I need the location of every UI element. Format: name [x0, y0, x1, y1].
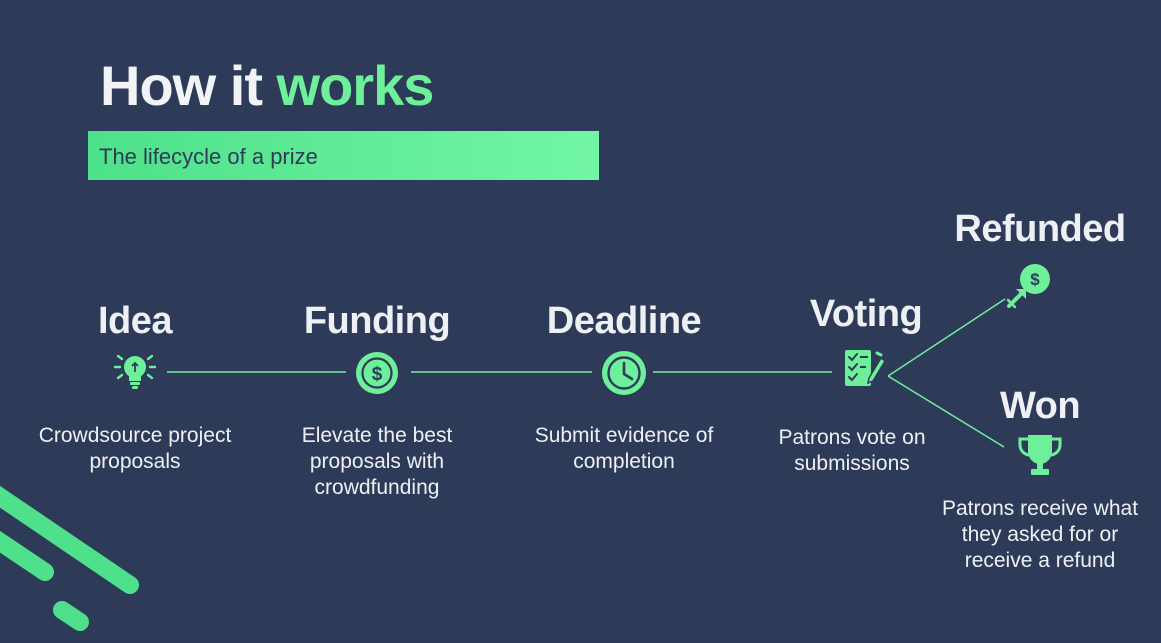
stage-label-idea: Idea — [97, 300, 173, 342]
stage-desc-funding: Elevate the best proposals with crowdfun… — [301, 424, 453, 499]
stage-label-funding: Funding — [303, 300, 451, 342]
stripe-mid — [0, 530, 54, 581]
stage-desc-voting: Patrons vote on submissions — [778, 426, 926, 475]
refund-coin-icon: $ — [1006, 264, 1050, 309]
trophy-icon — [1018, 435, 1062, 475]
stripe-long — [0, 485, 139, 594]
ballot-checklist-icon — [845, 350, 886, 386]
lightbulb-icon — [113, 354, 157, 389]
clock-icon — [602, 351, 646, 395]
stage-label-deadline: Deadline — [546, 300, 702, 342]
stage-label-won: Won — [999, 385, 1081, 427]
dollar-coin-icon: $ — [356, 352, 398, 394]
stage-desc-deadline: Submit evidence of completion — [534, 424, 714, 473]
stage-label-refunded: Refunded — [954, 208, 1126, 250]
svg-text:$: $ — [372, 364, 383, 385]
stage-label-voting: Voting — [809, 293, 923, 335]
stage-desc-idea: Crowdsource project proposals — [38, 424, 232, 473]
stripe-short — [53, 601, 89, 631]
svg-text:$: $ — [1030, 270, 1040, 289]
stage-desc-won: Patrons receive what they asked for or r… — [941, 497, 1139, 572]
